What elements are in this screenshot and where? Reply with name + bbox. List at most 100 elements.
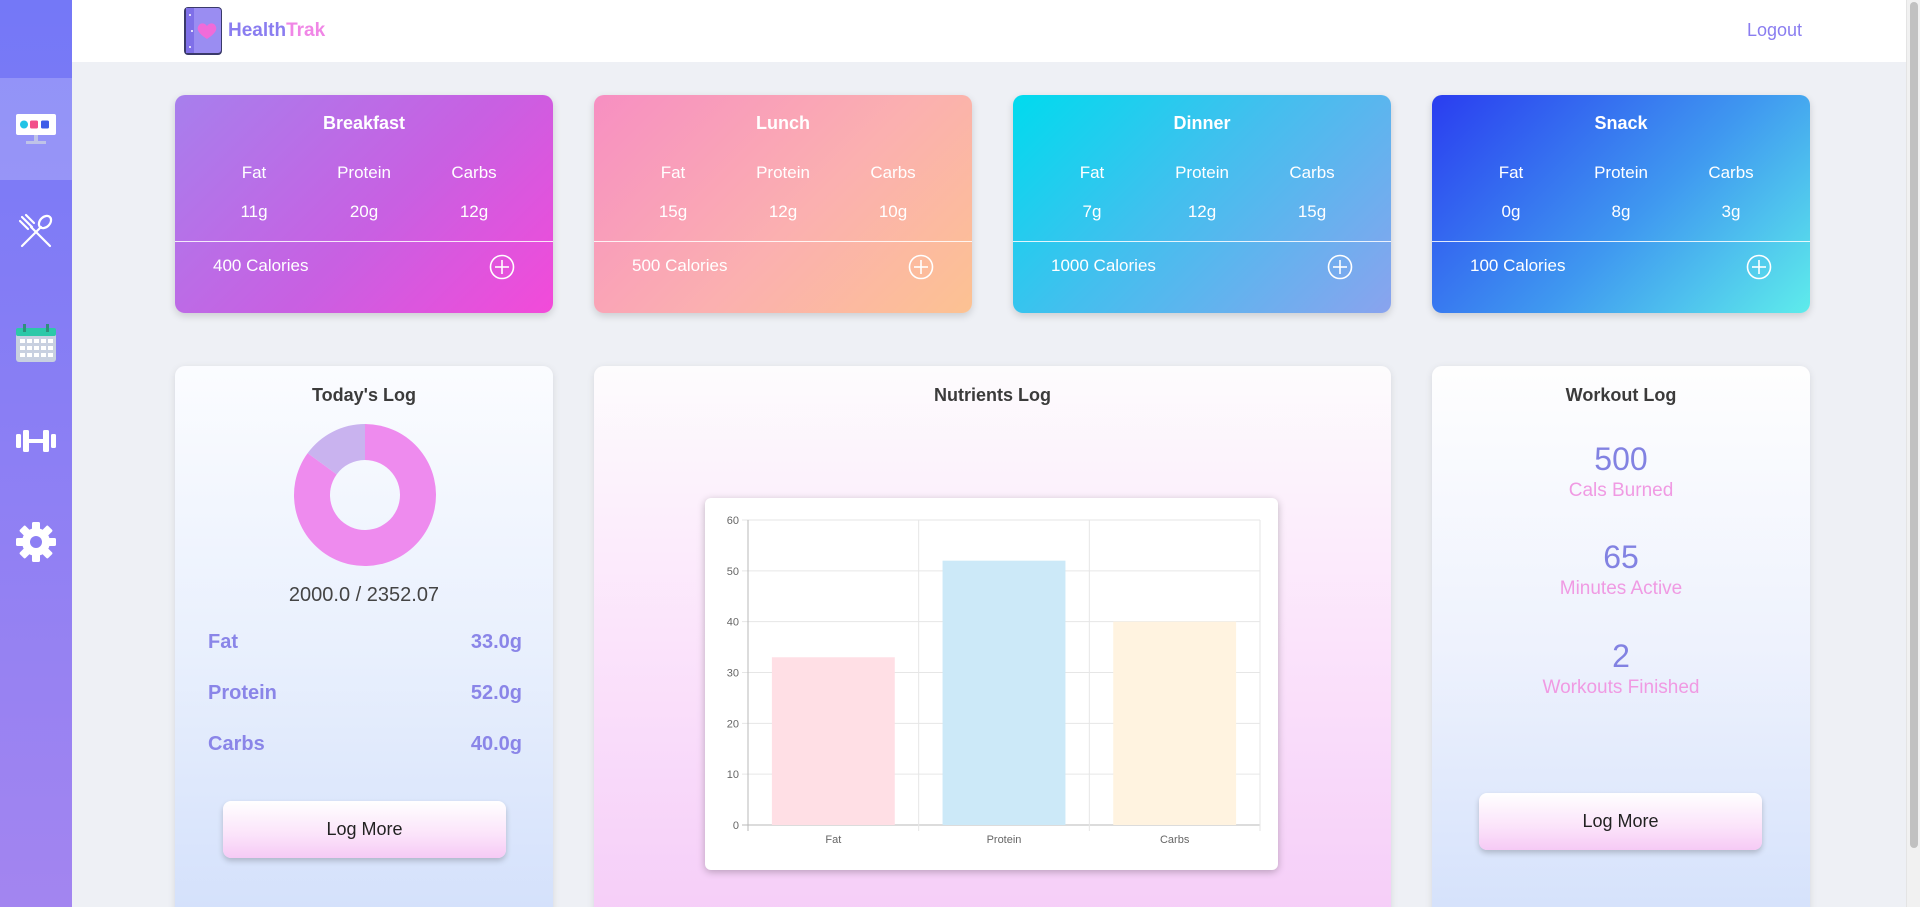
calories-text: 100 Calories: [1470, 256, 1566, 275]
protein-label: Protein: [1175, 163, 1229, 182]
page-scrollbar[interactable]: [1906, 0, 1920, 907]
x-tick-label: Fat: [825, 834, 841, 846]
protein-label: Protein: [756, 163, 810, 182]
y-tick-label: 20: [727, 718, 739, 730]
calorie-donut-chart: [294, 424, 436, 566]
carbs-label: Carbs: [451, 163, 497, 182]
y-tick-label: 50: [727, 566, 739, 578]
sidebar-item-settings[interactable]: [0, 491, 72, 593]
meal-card-snack: Snack Fat 0g Protein 8g Carbs 3g 100 Calori…: [1432, 95, 1810, 313]
calorie-ratio: 2000.0 / 2352.07: [288, 584, 440, 606]
meal-card-dinner: Dinner Fat 7g Protein 12g Carbs 15g 1000 Ca…: [1013, 95, 1391, 313]
stat-label: Workouts Finished: [1542, 677, 1700, 698]
sidebar-item-workouts[interactable]: [0, 390, 72, 492]
carbs-label: Carbs: [1289, 163, 1335, 182]
y-tick-label: 0: [733, 820, 739, 832]
meal-title: Lunch: [756, 113, 810, 133]
carbs-label: Carbs: [870, 163, 916, 182]
protein-value: 12g: [1187, 202, 1217, 221]
divider: [1432, 241, 1810, 242]
nutrients-chart-container: 0 10 20 30 40 50 60 Fat Protein Carbs: [705, 498, 1278, 870]
divider: [175, 241, 553, 242]
meal-card-breakfast: Breakfast Fat 11g Protein 20g Carbs 12g 400…: [175, 95, 553, 313]
bar-protein: [942, 560, 1066, 825]
nutrients-log-card: Nutrients Log 0 10 20 30 40 50 60 Fat Protein Car…: [594, 366, 1391, 907]
logout-link[interactable]: Logout: [1747, 20, 1802, 41]
workout-log-card: Workout Log 500 Cals Burned 65 Minutes A…: [1432, 366, 1810, 907]
carbs-label: Carbs: [1708, 163, 1754, 182]
nutrient-row-carbs: Carbs 40.0g: [208, 733, 522, 756]
meal-title: Dinner: [1173, 113, 1231, 133]
todays-log-title: Today's Log: [312, 385, 416, 405]
meal-card-lunch: Lunch Fat 15g Protein 12g Carbs 10g 500 Cal…: [594, 95, 972, 313]
sidebar: [0, 0, 72, 907]
calendar-icon: [16, 324, 56, 362]
carbs-value: 15g: [1297, 202, 1327, 221]
stat-cals-burned: 500 Cals Burned: [1432, 441, 1810, 502]
nutrient-value: 40.0g: [470, 733, 522, 755]
fat-label: Fat: [660, 163, 686, 182]
nutrient-row-fat: Fat 33.0g: [208, 631, 522, 654]
scrollbar-thumb[interactable]: [1910, 2, 1918, 848]
meal-title: Snack: [1594, 113, 1648, 133]
nutrient-row-protein: Protein 52.0g: [208, 682, 522, 705]
add-circle-icon[interactable]: [1327, 254, 1353, 280]
nutrient-label: Protein: [208, 682, 277, 704]
x-tick-label: Carbs: [1160, 834, 1190, 846]
fat-value: 0g: [1501, 202, 1521, 221]
stat-workouts-finished: 2 Workouts Finished: [1432, 638, 1810, 699]
stat-value: 65: [1603, 539, 1639, 575]
y-tick-label: 40: [727, 617, 739, 629]
heart-book-icon: [184, 7, 222, 55]
nutrient-label: Carbs: [208, 733, 265, 755]
calories-text: 1000 Calories: [1051, 256, 1156, 275]
fat-label: Fat: [1498, 163, 1524, 182]
protein-label: Protein: [337, 163, 391, 182]
fat-label: Fat: [241, 163, 267, 182]
bar-carbs: [1113, 621, 1237, 825]
top-header: HealthTrak Logout: [72, 0, 1906, 62]
add-circle-icon[interactable]: [489, 254, 515, 280]
app-logo[interactable]: HealthTrak: [182, 5, 325, 57]
add-circle-icon[interactable]: [1746, 254, 1772, 280]
fat-label: Fat: [1079, 163, 1105, 182]
y-tick-label: 10: [727, 769, 739, 781]
log-more-button[interactable]: Log More: [223, 801, 506, 858]
fat-value: 7g: [1082, 202, 1102, 221]
stat-minutes-active: 65 Minutes Active: [1432, 539, 1810, 600]
todays-log-card: Today's Log 2000.0 / 2352.07 Fat 33.0g Pr…: [175, 366, 553, 907]
stat-value: 500: [1594, 441, 1648, 477]
app-name: HealthTrak: [228, 20, 326, 41]
carbs-value: 3g: [1721, 202, 1741, 221]
workout-log-title: Workout Log: [1565, 385, 1677, 405]
dashboard-icon: [16, 114, 56, 144]
nutrients-bar-chart: 0 10 20 30 40 50 60 Fat Protein Carbs: [727, 515, 1261, 846]
sidebar-item-calendar[interactable]: [0, 292, 72, 394]
sidebar-item-meals[interactable]: [0, 180, 72, 282]
calories-text: 400 Calories: [213, 256, 309, 275]
sidebar-item-dashboard[interactable]: [0, 78, 72, 180]
carbs-value: 12g: [459, 202, 489, 221]
add-circle-icon[interactable]: [908, 254, 934, 280]
carbs-value: 10g: [878, 202, 908, 221]
nutrients-log-title: Nutrients Log: [934, 385, 1051, 405]
gear-icon: [16, 522, 56, 562]
fork-spoon-icon: [18, 213, 53, 248]
calories-text: 500 Calories: [632, 256, 728, 275]
log-more-button[interactable]: Log More: [1479, 793, 1762, 850]
dumbbell-icon: [16, 430, 56, 452]
y-tick-label: 30: [727, 668, 739, 680]
protein-value: 20g: [349, 202, 379, 221]
nutrient-value: 52.0g: [470, 682, 522, 704]
protein-value: 12g: [768, 202, 798, 221]
stat-value: 2: [1612, 638, 1630, 674]
protein-label: Protein: [1594, 163, 1648, 182]
meal-title: Breakfast: [322, 113, 406, 133]
nutrient-value: 33.0g: [470, 631, 522, 653]
divider: [594, 241, 972, 242]
stat-label: Cals Burned: [1568, 480, 1674, 501]
divider: [1013, 241, 1391, 242]
y-tick-label: 60: [727, 515, 739, 527]
x-tick-label: Protein: [987, 834, 1022, 846]
stat-label: Minutes Active: [1559, 578, 1683, 599]
